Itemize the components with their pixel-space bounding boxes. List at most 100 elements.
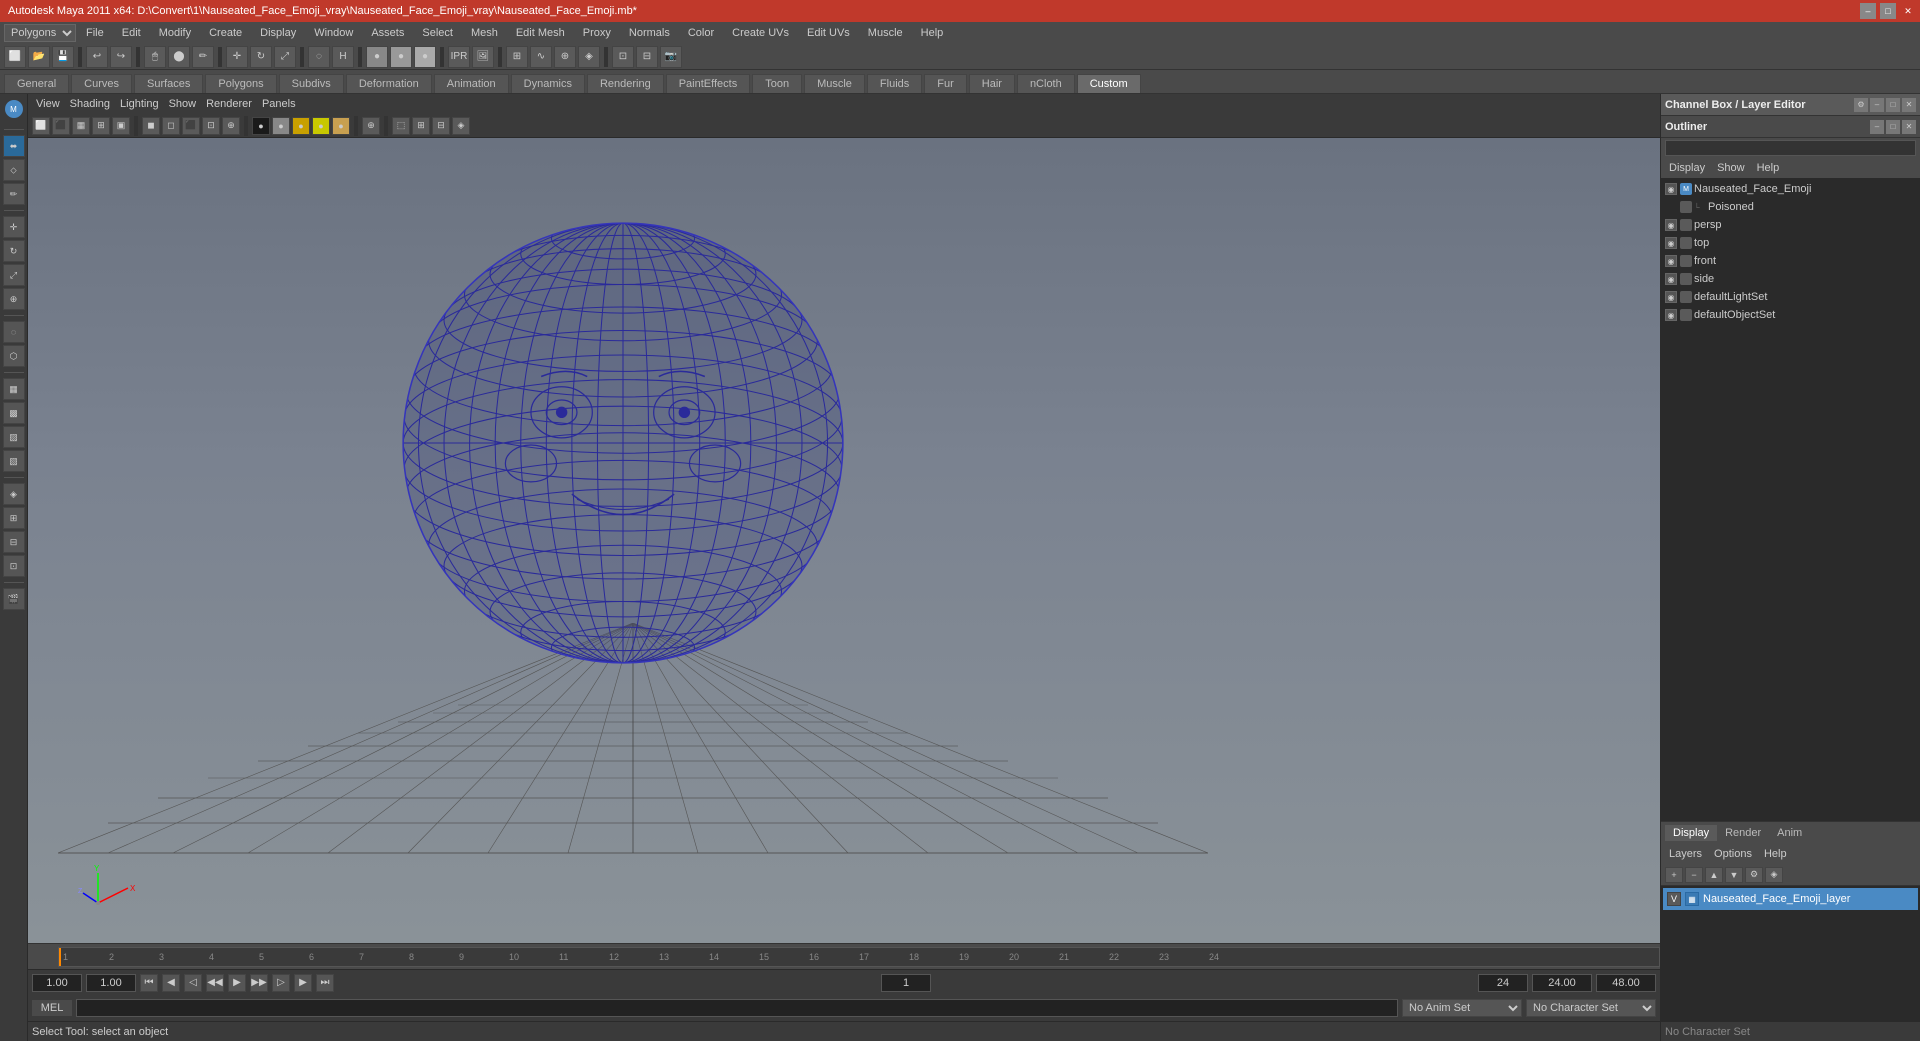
vp-tb4[interactable]: ⊞: [92, 117, 110, 135]
vp-light1[interactable]: ●: [252, 117, 270, 135]
tb-snap-point[interactable]: ⊕: [554, 46, 576, 68]
end-frame-display[interactable]: [1478, 974, 1528, 992]
layer-tab-anim[interactable]: Anim: [1769, 825, 1810, 841]
menu-normals[interactable]: Normals: [621, 25, 678, 41]
left-lasso[interactable]: ⬦: [3, 159, 25, 181]
outliner-menu-show[interactable]: Show: [1713, 160, 1749, 176]
panel-btn-minimize[interactable]: –: [1870, 98, 1884, 112]
tab-painteffects[interactable]: PaintEffects: [666, 74, 751, 93]
layer-select-btn[interactable]: ◈: [1765, 867, 1783, 883]
tab-muscle[interactable]: Muscle: [804, 74, 865, 93]
menu-edit[interactable]: Edit: [114, 25, 149, 41]
menu-editmesh[interactable]: Edit Mesh: [508, 25, 573, 41]
start-time-input[interactable]: [32, 974, 82, 992]
polygon-mode-dropdown[interactable]: Polygons: [4, 24, 76, 42]
tab-fur[interactable]: Fur: [924, 74, 967, 93]
left-obj3[interactable]: ▨: [3, 426, 25, 448]
tab-polygons[interactable]: Polygons: [205, 74, 276, 93]
menu-edituvs[interactable]: Edit UVs: [799, 25, 858, 41]
playback-start-input[interactable]: [86, 974, 136, 992]
tab-hair[interactable]: Hair: [969, 74, 1015, 93]
menu-display[interactable]: Display: [252, 25, 304, 41]
layer-tab-render[interactable]: Render: [1717, 825, 1769, 841]
play-back-button[interactable]: ◀◀: [206, 974, 224, 992]
menu-help[interactable]: Help: [913, 25, 952, 41]
layer-menu-layers[interactable]: Layers: [1665, 846, 1706, 862]
tb-snap-grid[interactable]: ⊞: [506, 46, 528, 68]
tb-rotate[interactable]: ↻: [250, 46, 272, 68]
vp-tb15[interactable]: ◈: [452, 117, 470, 135]
total-frames-input[interactable]: [1596, 974, 1656, 992]
tab-animation[interactable]: Animation: [434, 74, 509, 93]
vp-tb2[interactable]: ⬛: [52, 117, 70, 135]
vp-light3[interactable]: ●: [292, 117, 310, 135]
left-universal[interactable]: ⊕: [3, 288, 25, 310]
outliner-btn-maximize[interactable]: □: [1886, 120, 1900, 134]
outliner-item-front[interactable]: ◉ front: [1661, 252, 1920, 270]
tb-snap-surface[interactable]: ◈: [578, 46, 600, 68]
prev-key-button[interactable]: ◁: [184, 974, 202, 992]
tb-move[interactable]: ✛: [226, 46, 248, 68]
tb-select[interactable]: 🖱: [144, 46, 166, 68]
vp-tb3[interactable]: ▦: [72, 117, 90, 135]
menu-proxy[interactable]: Proxy: [575, 25, 619, 41]
layer-delete-btn[interactable]: −: [1685, 867, 1703, 883]
left-obj2[interactable]: ▩: [3, 402, 25, 424]
mode-selector[interactable]: Polygons: [4, 24, 76, 42]
left-obj4[interactable]: ▧: [3, 450, 25, 472]
playback-end-input[interactable]: [1532, 974, 1592, 992]
viewport-menu-lighting[interactable]: Lighting: [116, 96, 163, 112]
tab-custom[interactable]: Custom: [1077, 74, 1141, 93]
timeline-bar[interactable]: 1 2 3 4 5 6 7 8 9 10 11 12 13 14 15 16 1: [58, 947, 1660, 967]
timeline-row[interactable]: 1 2 3 4 5 6 7 8 9 10 11 12 13 14 15 16 1: [28, 943, 1660, 969]
menu-file[interactable]: File: [78, 25, 112, 41]
tab-toon[interactable]: Toon: [752, 74, 802, 93]
vp-tb6[interactable]: ◼: [142, 117, 160, 135]
layer-item-emoji[interactable]: V ▦ Nauseated_Face_Emoji_layer: [1663, 888, 1918, 910]
layer-vis-emoji[interactable]: V: [1667, 892, 1681, 906]
tab-surfaces[interactable]: Surfaces: [134, 74, 203, 93]
layer-menu-options[interactable]: Options: [1710, 846, 1756, 862]
vp-tb9[interactable]: ⊡: [202, 117, 220, 135]
viewport-menu-shading[interactable]: Shading: [66, 96, 114, 112]
tb-soft[interactable]: ◌: [308, 46, 330, 68]
left-move[interactable]: ✛: [3, 216, 25, 238]
tab-curves[interactable]: Curves: [71, 74, 132, 93]
tb-new[interactable]: ⬜: [4, 46, 26, 68]
tb-scale[interactable]: ⤢: [274, 46, 296, 68]
vp-tb14[interactable]: ⊟: [432, 117, 450, 135]
tab-rendering[interactable]: Rendering: [587, 74, 664, 93]
layer-tab-display[interactable]: Display: [1665, 825, 1717, 841]
left-rotate[interactable]: ↻: [3, 240, 25, 262]
tab-fluids[interactable]: Fluids: [867, 74, 922, 93]
menu-modify[interactable]: Modify: [151, 25, 199, 41]
left-sculpt[interactable]: ⬡: [3, 345, 25, 367]
left-snap3[interactable]: ⊟: [3, 531, 25, 553]
panel-btn-close[interactable]: ✕: [1902, 98, 1916, 112]
tb-lasso[interactable]: ⬤: [168, 46, 190, 68]
outliner-item-emoji[interactable]: ◉ M Nauseated_Face_Emoji: [1661, 180, 1920, 198]
tb-open[interactable]: 📂: [28, 46, 50, 68]
tb-icons[interactable]: ⊡: [612, 46, 634, 68]
left-obj1[interactable]: ▦: [3, 378, 25, 400]
outliner-item-lightset[interactable]: ◉ defaultLightSet: [1661, 288, 1920, 306]
menu-assets[interactable]: Assets: [363, 25, 412, 41]
menu-color[interactable]: Color: [680, 25, 722, 41]
minimize-button[interactable]: –: [1860, 3, 1876, 19]
tb-history[interactable]: H: [332, 46, 354, 68]
outliner-btn-close[interactable]: ✕: [1902, 120, 1916, 134]
tab-deformation[interactable]: Deformation: [346, 74, 432, 93]
left-select[interactable]: ⬌: [3, 135, 25, 157]
step-back-button[interactable]: ◀: [162, 974, 180, 992]
viewport-menu-renderer[interactable]: Renderer: [202, 96, 256, 112]
outliner-menu-display[interactable]: Display: [1665, 160, 1709, 176]
outliner-item-poisoned[interactable]: └ Poisoned: [1661, 198, 1920, 216]
left-paint[interactable]: ✏: [3, 183, 25, 205]
outliner-item-side[interactable]: ◉ side: [1661, 270, 1920, 288]
menu-window[interactable]: Window: [306, 25, 361, 41]
vp-tb10[interactable]: ⊕: [222, 117, 240, 135]
left-snap2[interactable]: ⊞: [3, 507, 25, 529]
play-audio-button[interactable]: ▶▶: [250, 974, 268, 992]
panel-btn-settings[interactable]: ⚙: [1854, 98, 1868, 112]
character-set-selector[interactable]: No Character Set: [1526, 999, 1656, 1017]
